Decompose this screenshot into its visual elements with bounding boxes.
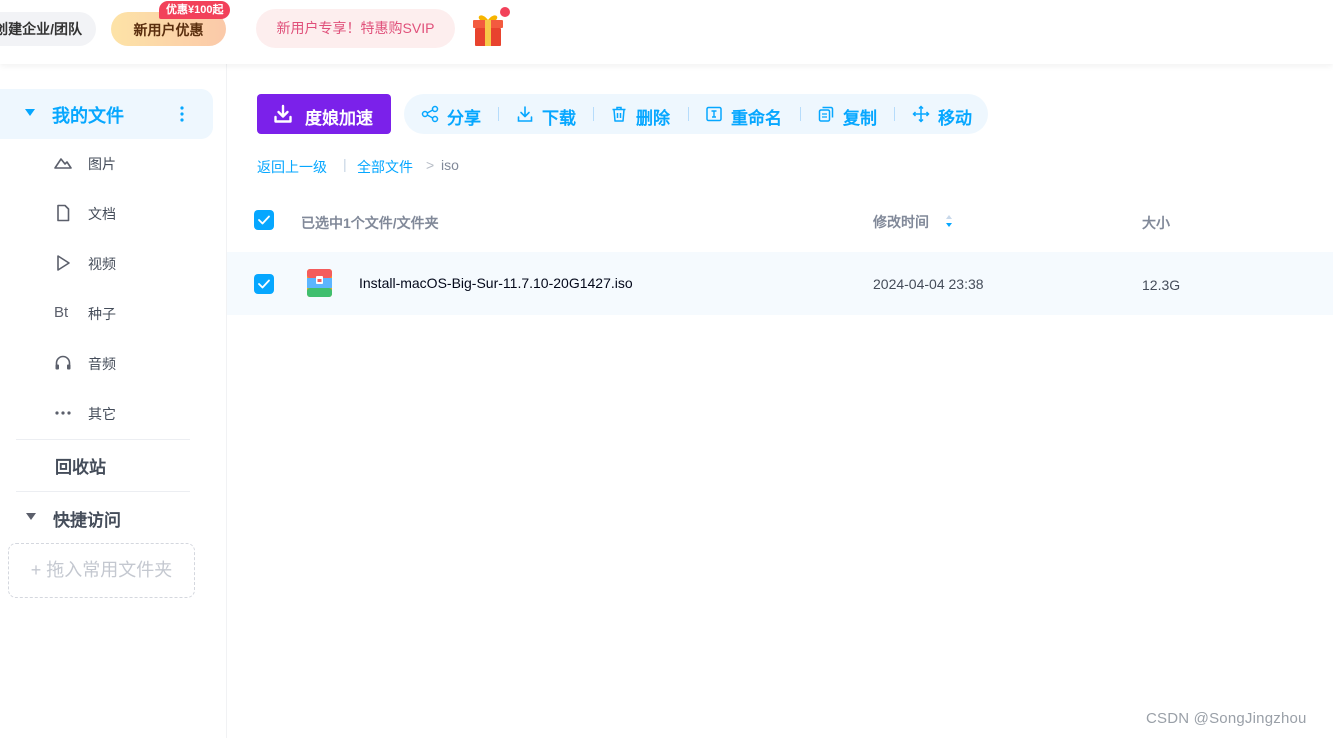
sidebar-item-label: 种子 xyxy=(88,306,116,322)
share-label: 分享 xyxy=(447,109,481,128)
sidebar-item-recycle-bin[interactable]: 回收站 xyxy=(55,453,106,478)
sidebar-item-my-files[interactable]: 我的文件 xyxy=(0,89,213,139)
breadcrumb-arrow: > xyxy=(426,157,435,173)
file-size: 12.3G xyxy=(1142,277,1181,293)
select-all-checkbox[interactable] xyxy=(254,210,274,230)
separator xyxy=(498,107,499,121)
separator xyxy=(593,107,594,121)
speed-up-label: 度娘加速 xyxy=(305,109,373,128)
copy-label: 复制 xyxy=(843,109,877,128)
breadcrumb-current: iso xyxy=(441,157,459,173)
sidebar-item-videos[interactable]: 视频 xyxy=(0,243,213,283)
vertical-more-icon[interactable] xyxy=(180,106,184,122)
more-icon xyxy=(55,411,71,415)
row-checkbox[interactable] xyxy=(254,274,274,294)
breadcrumb-separator: | xyxy=(343,156,347,172)
download-label: 下载 xyxy=(542,109,576,128)
notification-dot xyxy=(500,7,510,17)
file-name[interactable]: Install-macOS-Big-Sur-11.7.10-20G1427.is… xyxy=(359,275,633,291)
sidebar-item-label: 图片 xyxy=(88,156,116,172)
sidebar-item-label: 音频 xyxy=(88,356,116,372)
column-header-modified[interactable]: 修改时间 xyxy=(873,212,929,232)
check-icon xyxy=(258,215,270,225)
move-label: 移动 xyxy=(938,109,972,128)
selection-summary: 已选中1个文件/文件夹 xyxy=(301,215,439,231)
breadcrumb-all-files-link[interactable]: 全部文件 xyxy=(357,157,413,177)
column-header-size[interactable]: 大小 xyxy=(1142,213,1170,233)
sidebar-item-label: 视频 xyxy=(88,256,116,272)
headphones-icon xyxy=(55,355,71,370)
separator xyxy=(894,107,895,121)
video-icon xyxy=(57,255,70,271)
separator xyxy=(800,107,801,121)
sidebar-item-label: 其它 xyxy=(88,406,116,422)
sidebar-item-images[interactable]: 图片 xyxy=(0,143,213,183)
delete-label: 删除 xyxy=(636,109,670,128)
sidebar-item-quick-access[interactable]: 快捷访问 xyxy=(0,504,213,532)
document-icon xyxy=(57,204,70,222)
sidebar-item-label: 文档 xyxy=(88,206,116,222)
separator xyxy=(688,107,689,121)
offer-badge: 优惠¥100起 xyxy=(159,1,231,19)
archive-file-icon xyxy=(307,269,332,297)
rename-icon xyxy=(706,106,722,122)
sidebar: 我的文件 图片 文档 视频 Bt 种子 音频 其它 回收站 快捷访问 + 拖入常… xyxy=(0,64,227,738)
file-actions-bar: 分享 下载 删除 重命名 复制 移动 xyxy=(404,94,988,134)
sidebar-item-torrents[interactable]: Bt 种子 xyxy=(0,293,213,333)
image-icon xyxy=(54,158,72,169)
gift-icon[interactable] xyxy=(470,10,506,48)
watermark: CSDN @SongJingzhou xyxy=(1146,710,1307,727)
create-team-button[interactable]: 创建企业/团队 xyxy=(0,12,96,46)
share-icon xyxy=(421,105,439,123)
file-modified-time: 2024-04-04 23:38 xyxy=(873,276,984,292)
trash-icon xyxy=(612,106,626,122)
sidebar-item-label: 我的文件 xyxy=(52,106,124,126)
download-icon xyxy=(274,104,292,123)
rename-label: 重命名 xyxy=(731,109,782,128)
divider xyxy=(16,491,190,492)
caret-down-icon xyxy=(25,109,35,116)
caret-down-icon xyxy=(26,513,36,520)
sidebar-item-documents[interactable]: 文档 xyxy=(0,193,213,233)
sidebar-item-label: 快捷访问 xyxy=(53,511,121,530)
bt-icon: Bt xyxy=(54,304,69,321)
breadcrumb-back-link[interactable]: 返回上一级 xyxy=(257,157,327,177)
divider xyxy=(16,439,190,440)
download-icon xyxy=(517,106,533,122)
sidebar-item-others[interactable]: 其它 xyxy=(0,393,213,433)
favorite-folder-dropzone[interactable]: + 拖入常用文件夹 xyxy=(8,543,195,598)
check-icon xyxy=(258,279,270,289)
copy-icon xyxy=(818,106,834,122)
svip-promo-button[interactable]: 新用户专享！特惠购SVIP xyxy=(256,9,455,48)
move-icon xyxy=(912,105,930,123)
speed-up-button[interactable]: 度娘加速 xyxy=(257,94,391,134)
sort-icon[interactable] xyxy=(944,212,954,230)
sidebar-item-audio[interactable]: 音频 xyxy=(0,343,213,383)
